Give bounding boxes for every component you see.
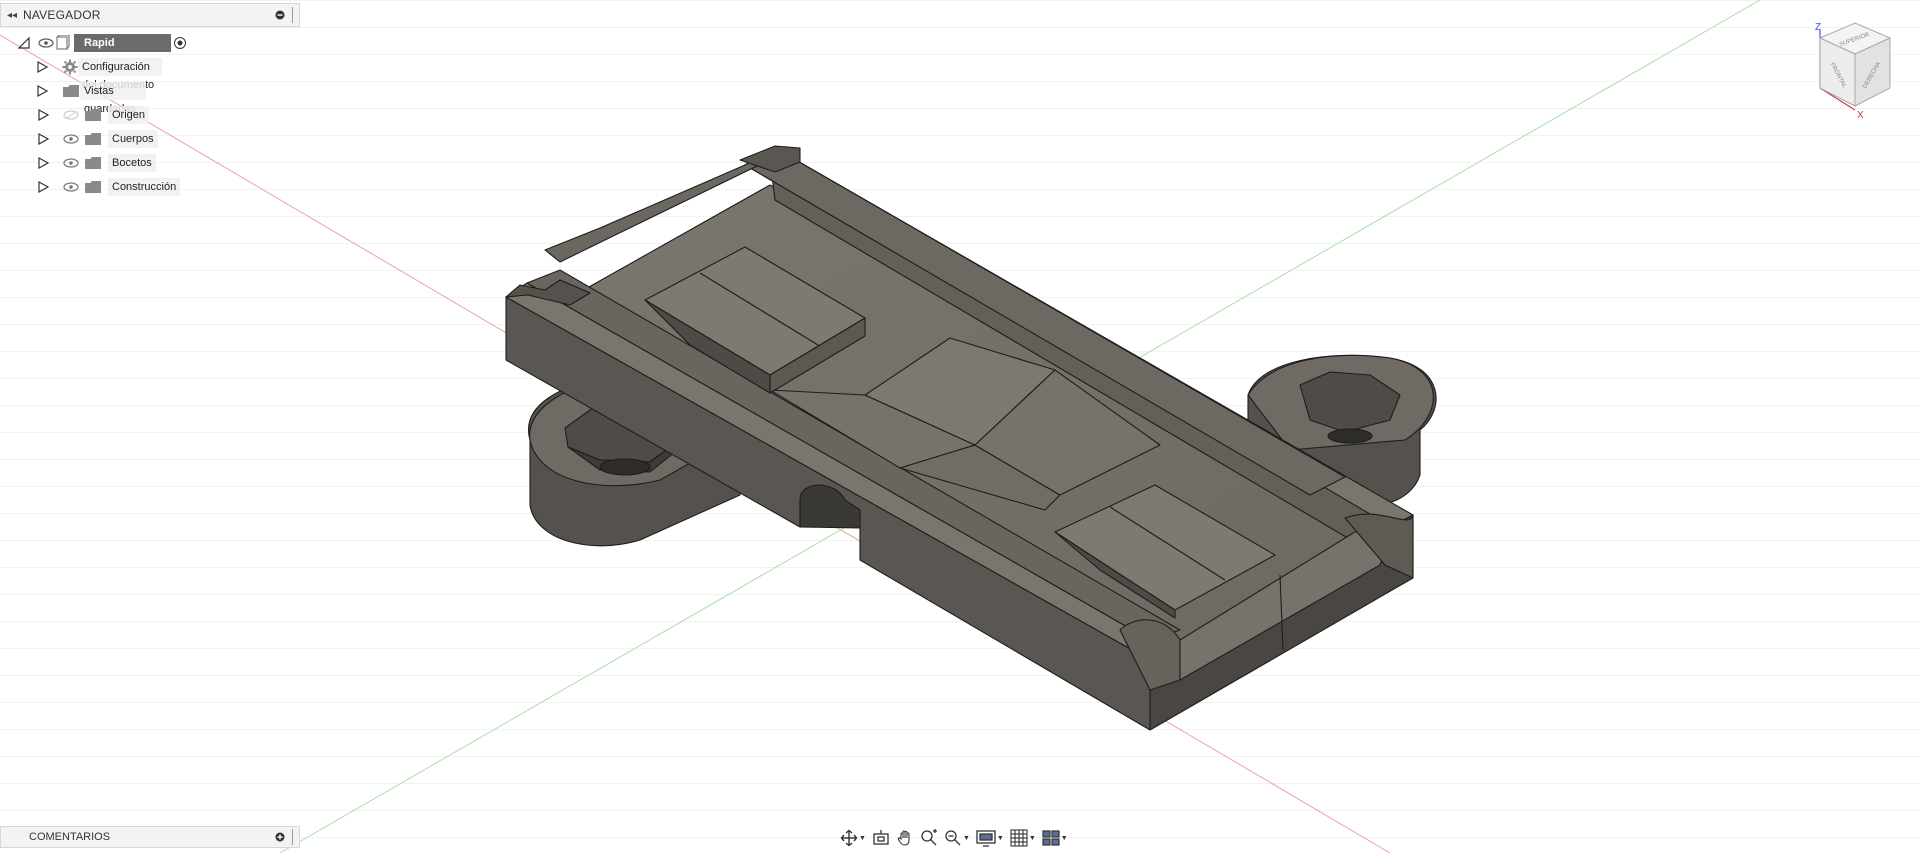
component-icon: [54, 33, 70, 53]
folder-icon: [82, 129, 104, 149]
expand-triangle-icon[interactable]: [36, 84, 48, 98]
eye-icon[interactable]: [60, 129, 82, 149]
orbit-icon[interactable]: ▼: [838, 827, 868, 849]
tree-item-label: Bocetos: [108, 154, 156, 172]
add-comment-icon[interactable]: [272, 832, 288, 842]
tree-root[interactable]: Rapid Connector Holder v8: [18, 32, 187, 85]
tree-item-label: Vistas guardadas: [80, 82, 146, 115]
grid-settings-icon[interactable]: ▼: [1008, 827, 1038, 849]
display-settings-icon[interactable]: ▼: [974, 827, 1006, 849]
model-viewport[interactable]: [0, 0, 1920, 853]
comments-bar[interactable]: COMENTARIOS: [0, 826, 300, 848]
folder-icon: [82, 105, 104, 125]
activate-radio-icon[interactable]: [173, 33, 187, 53]
tree-item-bodies[interactable]: Cuerpos: [36, 128, 158, 150]
axis-x-label: X: [1857, 110, 1864, 121]
folder-icon: [62, 81, 80, 101]
comments-title: COMENTARIOS: [29, 831, 111, 843]
zoom-window-icon[interactable]: [918, 827, 940, 849]
browser-header: ◂◂ NAVEGADOR: [0, 3, 300, 27]
eye-hidden-icon[interactable]: [60, 105, 82, 125]
expand-triangle-icon[interactable]: [36, 180, 50, 194]
navigation-toolbar: ▼ ▼ ▼ ▼ ▼: [838, 826, 1070, 850]
eye-icon[interactable]: [60, 177, 82, 197]
browser-title: NAVEGADOR: [23, 8, 101, 22]
look-at-icon[interactable]: [870, 827, 892, 849]
eye-icon[interactable]: [60, 153, 82, 173]
collapse-triangle-icon[interactable]: [18, 36, 30, 50]
tree-item-label: Construcción: [108, 178, 181, 196]
tree-item-saved-views[interactable]: Vistas guardadas: [36, 80, 146, 115]
eye-icon[interactable]: [38, 33, 54, 53]
minimize-icon[interactable]: [272, 7, 288, 23]
gear-icon: [62, 57, 78, 77]
viewports-icon[interactable]: ▼: [1040, 827, 1070, 849]
folder-icon: [82, 177, 104, 197]
tree-root-label[interactable]: Rapid Connector Holder v8: [74, 34, 171, 85]
zoom-icon[interactable]: ▼: [942, 827, 972, 849]
expand-triangle-icon[interactable]: [36, 60, 48, 74]
pan-icon[interactable]: [894, 827, 916, 849]
expand-triangle-icon[interactable]: [36, 108, 50, 122]
tree-item-document-settings[interactable]: Configuración del documento: [36, 56, 162, 91]
expand-triangle-icon[interactable]: [36, 156, 50, 170]
tree-item-sketches[interactable]: Bocetos: [36, 152, 156, 174]
viewcube[interactable]: SUPERIOR FRONTAL DERECHA Z X: [1805, 18, 1905, 123]
tree-item-origin[interactable]: Origen: [36, 104, 150, 126]
tree-item-label: Cuerpos: [108, 130, 158, 148]
panel-grip-handle[interactable]: [292, 829, 299, 845]
expand-triangle-icon[interactable]: [36, 132, 50, 146]
axis-z-label: Z: [1815, 22, 1821, 33]
folder-icon: [82, 153, 104, 173]
collapse-panel-icon[interactable]: ◂◂: [1, 10, 23, 21]
tree-item-label: Configuración del documento: [78, 58, 162, 91]
panel-grip-handle[interactable]: [292, 7, 299, 23]
tree-item-construction[interactable]: Construcción: [36, 176, 181, 198]
tree-item-label: Origen: [108, 106, 150, 124]
